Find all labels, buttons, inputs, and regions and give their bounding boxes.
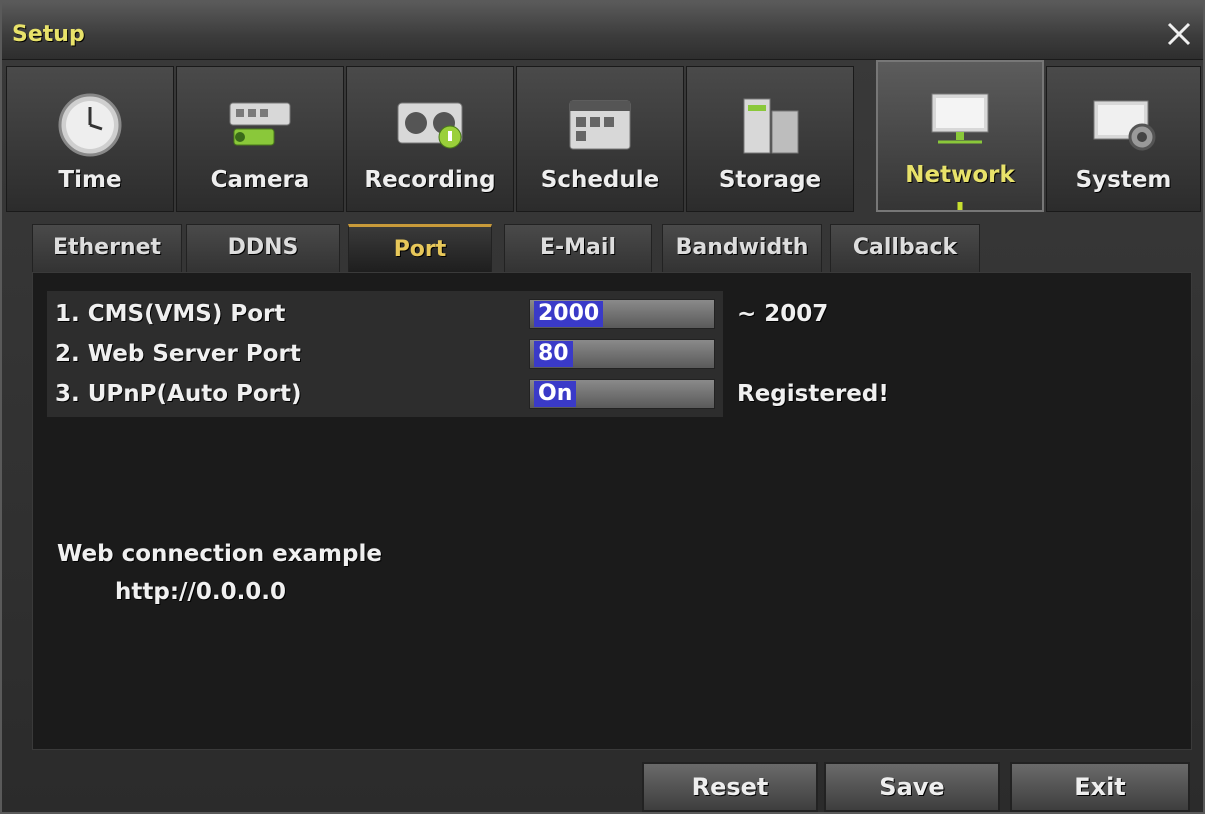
cms-port-value: 2000 [534, 301, 604, 327]
tab-ddns[interactable]: DDNS [186, 224, 340, 272]
tab-ethernet[interactable]: Ethernet [32, 224, 182, 272]
menu-time[interactable]: Time [6, 66, 174, 212]
cms-port-range: ~ 2007 [737, 301, 829, 327]
save-button[interactable]: Save [824, 762, 1000, 812]
setup-window: Setup Time Camera Recording Schedule Sto… [0, 0, 1205, 814]
web-connection-example-url: http://0.0.0.0 [115, 579, 287, 605]
recording-icon [397, 102, 463, 149]
upnp-label: 3. UPnP(Auto Port) [55, 381, 302, 407]
clock-icon [58, 93, 122, 157]
web-port-field[interactable]: 80 [529, 339, 715, 369]
menu-schedule[interactable]: Schedule [516, 66, 684, 212]
tab-email[interactable]: E-Mail [504, 224, 652, 272]
menu-system[interactable]: System [1046, 66, 1201, 212]
system-icon [1093, 100, 1155, 151]
cms-port-field[interactable]: 2000 [529, 299, 715, 329]
web-connection-example-title: Web connection example [57, 541, 382, 567]
camera-icon [229, 102, 291, 146]
menu-camera[interactable]: Camera [176, 66, 344, 212]
menu-network[interactable]: Network [876, 60, 1044, 212]
setting-row-web-port: 2. Web Server Port 80 [47, 335, 723, 371]
menu-recording-label: Recording [364, 167, 496, 193]
tab-port[interactable]: Port [348, 224, 492, 272]
upnp-field[interactable]: On [529, 379, 715, 409]
network-tabs: Ethernet DDNS Port E-Mail Bandwidth Call… [32, 224, 1192, 272]
web-port-label: 2. Web Server Port [55, 341, 301, 367]
menu-system-label: System [1075, 167, 1172, 193]
close-icon[interactable] [1163, 18, 1195, 50]
menu-network-label: Network [905, 162, 1015, 188]
menu-time-label: Time [58, 167, 122, 193]
web-port-value: 80 [534, 341, 573, 367]
title-bar: Setup [2, 2, 1203, 60]
window-title: Setup [12, 22, 85, 47]
storage-icon [743, 98, 799, 154]
upnp-status: Registered! [737, 381, 889, 407]
active-indicator [957, 202, 963, 210]
menu-recording[interactable]: Recording [346, 66, 514, 212]
schedule-icon [569, 100, 631, 150]
port-settings-panel: 1. CMS(VMS) Port 2000 ~ 2007 2. Web Serv… [32, 272, 1192, 750]
tab-callback[interactable]: Callback [830, 224, 980, 272]
setting-row-upnp: 3. UPnP(Auto Port) On Registered! [47, 375, 889, 411]
reset-button[interactable]: Reset [642, 762, 818, 812]
menu-storage[interactable]: Storage [686, 66, 854, 212]
exit-button[interactable]: Exit [1010, 762, 1190, 812]
menu-storage-label: Storage [718, 167, 822, 193]
menu-camera-label: Camera [210, 167, 310, 193]
upnp-value: On [534, 381, 577, 407]
cms-port-label: 1. CMS(VMS) Port [55, 301, 286, 327]
tab-bandwidth[interactable]: Bandwidth [662, 224, 822, 272]
setting-row-cms-port: 1. CMS(VMS) Port 2000 ~ 2007 [47, 295, 828, 331]
network-icon [931, 93, 989, 144]
settings-list: 1. CMS(VMS) Port 2000 ~ 2007 2. Web Serv… [47, 291, 889, 417]
setup-menu: Time Camera Recording Schedule Storage N… [6, 60, 1201, 214]
menu-schedule-label: Schedule [540, 167, 660, 193]
